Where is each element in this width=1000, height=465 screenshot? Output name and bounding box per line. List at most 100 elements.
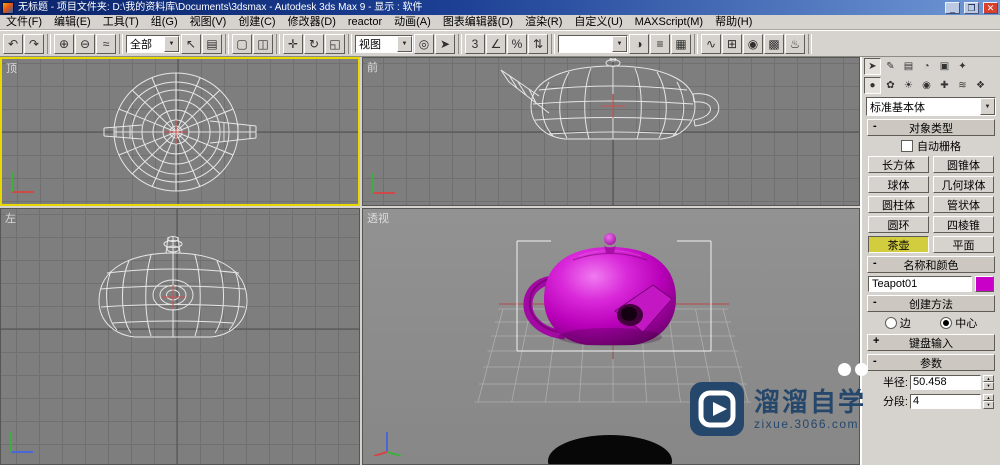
layer-manager-icon[interactable]: ▦ [671,33,691,54]
viewport-top-label[interactable]: 顶 [6,60,17,76]
spinner-down-icon[interactable] [983,401,994,409]
radio-icon[interactable] [940,317,953,329]
shapes-icon[interactable]: ✿ [882,77,899,94]
object-name-input[interactable]: Teapot01 [868,276,972,292]
maximize-button[interactable]: ❐ [964,1,979,14]
select-and-scale-icon[interactable]: ◱ [325,33,345,54]
lights-icon[interactable]: ☀ [900,77,917,94]
rollout-object-type[interactable]: - 对象类型 [867,119,995,136]
reference-coordinate-dropdown[interactable]: 视图 [355,34,413,53]
undo-icon[interactable]: ↶ [3,33,23,54]
space-warps-icon[interactable]: ≋ [954,77,971,94]
percent-snap-icon[interactable]: % [507,33,527,54]
align-icon[interactable]: ≡ [650,33,670,54]
object-type-button[interactable]: 圆锥体 [933,156,994,173]
select-and-move-icon[interactable]: ✛ [283,33,303,54]
menu-item[interactable]: 图表编辑器(D) [437,15,519,30]
menu-item[interactable]: reactor [342,15,388,30]
parameter-value-field[interactable]: 4 [910,393,981,409]
object-type-button[interactable]: 平面 [933,236,994,253]
unlink-selection-icon[interactable]: ⊖ [75,33,95,54]
object-type-button[interactable]: 四棱锥 [933,216,994,233]
object-type-button[interactable]: 茶壶 [868,236,929,253]
spinner-up-icon[interactable] [983,374,994,382]
rollout-name-and-color[interactable]: - 名称和颜色 [867,256,995,273]
quick-render-icon[interactable]: ♨ [785,33,805,54]
chevron-down-icon[interactable] [397,35,412,52]
angle-snap-icon[interactable]: ∠ [486,33,506,54]
menu-item[interactable]: 文件(F) [0,15,48,30]
display-tab[interactable]: ▣ [936,58,953,75]
geometry-icon[interactable]: ● [864,77,881,94]
hierarchy-tab[interactable]: ▤ [900,58,917,75]
snap-toggle-3d-icon[interactable]: 3 [465,33,485,54]
menu-item[interactable]: MAXScript(M) [629,15,709,30]
spinner-down-icon[interactable] [983,382,994,390]
create-tab[interactable]: ➤ [864,58,881,75]
menu-item[interactable]: 组(G) [145,15,184,30]
object-type-button[interactable]: 长方体 [868,156,929,173]
category-dropdown[interactable]: 标准基本体 [866,97,996,116]
object-type-button[interactable]: 管状体 [933,196,994,213]
menu-item[interactable]: 编辑(E) [48,15,97,30]
utilities-tab[interactable]: ✦ [954,58,971,75]
menu-item[interactable]: 动画(A) [388,15,437,30]
viewport-front[interactable]: 前 [362,57,860,206]
select-object-icon[interactable]: ↖ [181,33,201,54]
select-by-name-icon[interactable]: ▤ [202,33,222,54]
chevron-down-icon[interactable] [980,98,995,115]
mirror-icon[interactable]: ◑ [629,33,649,54]
curve-editor-icon[interactable]: ∿ [701,33,721,54]
radio-icon[interactable] [884,317,897,329]
modify-tab[interactable]: ✎ [882,58,899,75]
menu-item[interactable]: 渲染(R) [519,15,568,30]
minimize-button[interactable]: _ [945,1,960,14]
viewport-front-label[interactable]: 前 [367,59,378,75]
material-editor-icon[interactable]: ◉ [743,33,763,54]
rollout-creation-method[interactable]: - 创建方法 [867,295,995,312]
menu-item[interactable]: 修改器(D) [282,15,342,30]
autogrid-checkbox[interactable] [901,140,913,152]
spinner-control[interactable] [983,374,994,390]
chevron-down-icon[interactable] [164,35,179,52]
viewport-left[interactable]: 左 [0,208,360,465]
select-and-link-icon[interactable]: ⊕ [54,33,74,54]
menu-item[interactable]: 帮助(H) [709,15,758,30]
rollout-keyboard-entry[interactable]: + 键盘输入 [867,334,995,351]
viewport-perspective-label[interactable]: 透视 [367,210,389,226]
selection-filter-dropdown[interactable]: 全部 [126,34,180,53]
spinner-up-icon[interactable] [983,393,994,401]
rectangular-selection-region-icon[interactable]: ▢ [232,33,252,54]
chevron-down-icon[interactable] [612,35,627,52]
menu-item[interactable]: 视图(V) [184,15,233,30]
spinner-control[interactable] [983,393,994,409]
rollout-parameters[interactable]: - 参数 [867,354,995,371]
menu-item[interactable]: 创建(C) [232,15,281,30]
spinner-snap-icon[interactable]: ⇅ [528,33,548,54]
object-type-button[interactable]: 圆柱体 [868,196,929,213]
bind-to-space-warp-icon[interactable]: ≈ [96,33,116,54]
render-setup-icon[interactable]: ▩ [764,33,784,54]
close-button[interactable]: ✕ [983,1,998,14]
menu-item[interactable]: 工具(T) [97,15,145,30]
named-selection-sets-dropdown[interactable] [558,34,628,53]
helpers-icon[interactable]: ✚ [936,77,953,94]
viewport-top[interactable]: 顶 [0,57,360,206]
parameter-value-field[interactable]: 50.458 [910,374,981,390]
redo-icon[interactable]: ↷ [24,33,44,54]
viewport-left-label[interactable]: 左 [5,210,16,226]
creation-method-radio[interactable]: 边 [884,315,911,331]
menu-item[interactable]: 自定义(U) [568,15,628,30]
creation-method-radio[interactable]: 中心 [940,315,977,331]
schematic-view-icon[interactable]: ⊞ [722,33,742,54]
object-color-swatch[interactable] [975,276,994,292]
object-type-button[interactable]: 圆环 [868,216,929,233]
select-and-rotate-icon[interactable]: ↻ [304,33,324,54]
window-crossing-icon[interactable]: ◫ [253,33,273,54]
object-type-button[interactable]: 几何球体 [933,176,994,193]
cameras-icon[interactable]: ◉ [918,77,935,94]
systems-icon[interactable]: ❖ [972,77,989,94]
object-type-button[interactable]: 球体 [868,176,929,193]
motion-tab[interactable]: ◔ [918,58,935,75]
use-pivot-point-center-icon[interactable]: ◎ [414,33,434,54]
